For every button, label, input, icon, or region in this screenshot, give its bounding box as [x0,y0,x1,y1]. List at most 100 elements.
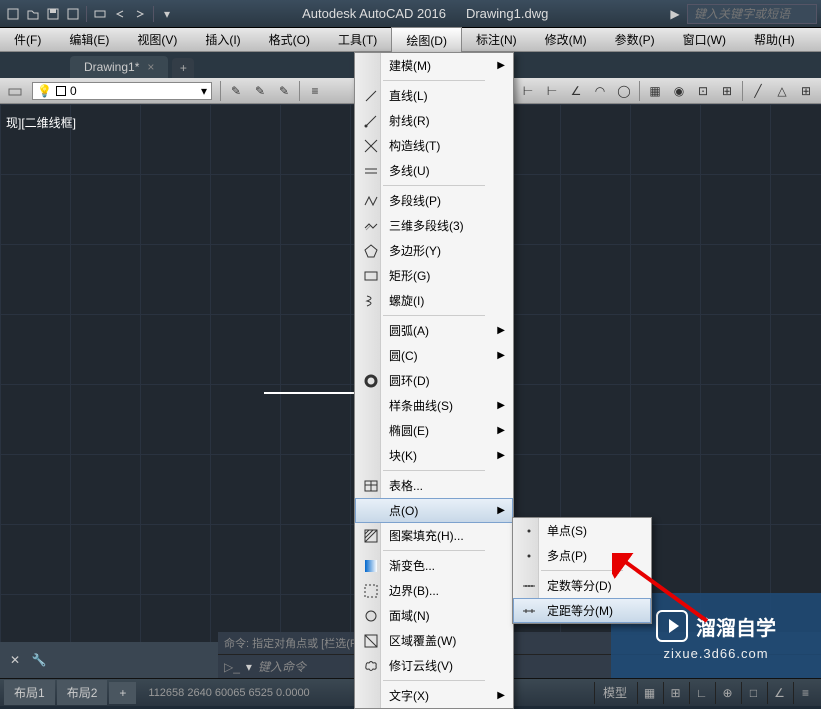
menu-item-S[interactable]: 单点(S) [513,518,651,543]
layout-wrench-icon[interactable]: 🔧 [28,649,50,671]
watermark-url: zixue.3d66.com [663,646,768,661]
menu-item-A[interactable]: 圆弧(A)▶ [355,318,513,343]
menu-dimension[interactable]: 标注(N) [462,27,531,52]
menu-item-R[interactable]: 射线(R) [355,108,513,133]
menu-item-D[interactable]: 圆环(D) [355,368,513,393]
layout-tab-2[interactable]: 布局2 [57,680,108,705]
menu-item-icon [363,448,379,464]
undo-icon[interactable] [111,5,129,23]
redo-icon[interactable] [131,5,149,23]
menu-item-H[interactable]: 图案填充(H)... [355,523,513,548]
model-space-icon[interactable]: ✕ [4,649,26,671]
tool-c-icon[interactable]: ⊡ [692,80,714,102]
menu-item-[interactable]: 表格... [355,473,513,498]
menu-view[interactable]: 视图(V) [123,27,191,52]
menu-item-D[interactable]: 定数等分(D) [513,573,651,598]
menu-item-P[interactable]: 多段线(P) [355,188,513,213]
dim-radius-icon[interactable]: ◯ [613,80,635,102]
layer-color-swatch [56,86,66,96]
menu-item-label: 圆环(D) [389,372,505,389]
menu-window[interactable]: 窗口(W) [669,27,740,52]
menu-item-K[interactable]: 块(K)▶ [355,443,513,468]
menu-item-icon [363,633,379,649]
submenu-arrow-icon: ▶ [497,60,505,71]
menu-item-B[interactable]: 边界(B)... [355,578,513,603]
menu-item-S[interactable]: 样条曲线(S)▶ [355,393,513,418]
dim-linear-icon[interactable]: ⊢ [517,80,539,102]
osnap-toggle-icon[interactable]: □ [741,682,765,704]
menu-item-P[interactable]: 多点(P) [513,543,651,568]
menu-item-icon [363,478,379,494]
dim-angular-icon[interactable]: ∠ [565,80,587,102]
menu-modify[interactable]: 修改(M) [531,27,601,52]
layer-off-icon[interactable]: ✎ [273,80,295,102]
new-icon[interactable] [4,5,22,23]
menu-item-G[interactable]: 矩形(G) [355,263,513,288]
menu-item-X[interactable]: 文字(X)▶ [355,683,513,708]
layer-iso-icon[interactable]: ✎ [249,80,271,102]
menu-file[interactable]: 件(F) [0,27,55,52]
polar-toggle-icon[interactable]: ⊕ [715,682,739,704]
layer-props-icon[interactable] [4,80,26,102]
menu-item-U[interactable]: 多线(U) [355,158,513,183]
menu-item-N[interactable]: 面域(N) [355,603,513,628]
menu-item-C[interactable]: 圆(C)▶ [355,343,513,368]
grid-toggle-icon[interactable]: ▦ [637,682,661,704]
help-search: ▶ [670,4,817,24]
tool-d-icon[interactable]: ⊞ [716,80,738,102]
snap-toggle-icon[interactable]: ⊞ [663,682,687,704]
add-tab-button[interactable]: + [172,58,194,78]
lineweight-toggle-icon[interactable]: ≡ [793,682,817,704]
menu-item-M[interactable]: 定距等分(M) [513,598,651,623]
menu-tools[interactable]: 工具(T) [324,27,391,52]
menu-help[interactable]: 帮助(H) [740,27,809,52]
menu-item-label: 文字(X) [389,687,487,704]
file-tab-drawing1[interactable]: Drawing1* × [70,56,168,78]
tool-g-icon[interactable]: ⊞ [795,80,817,102]
menu-item-[interactable]: 渐变色... [355,553,513,578]
menu-item-L[interactable]: 直线(L) [355,83,513,108]
plot-icon[interactable] [91,5,109,23]
open-icon[interactable] [24,5,42,23]
menu-item-label: 椭圆(E) [389,422,487,439]
saveas-icon[interactable] [64,5,82,23]
menu-insert[interactable]: 插入(I) [191,27,254,52]
tool-e-icon[interactable]: ╱ [747,80,769,102]
search-input[interactable] [687,4,817,24]
close-tab-icon[interactable]: × [147,60,154,74]
linetype-icon[interactable]: ≡ [304,80,326,102]
save-icon[interactable] [44,5,62,23]
match-layer-icon[interactable]: ✎ [225,80,247,102]
submenu-arrow-icon: ▶ [497,400,505,411]
layer-dropdown[interactable]: 💡 0 ▾ [32,82,212,100]
menu-edit[interactable]: 编辑(E) [55,27,123,52]
menu-parametric[interactable]: 参数(P) [601,27,669,52]
layout-tab-1[interactable]: 布局1 [4,680,55,705]
menu-item-E[interactable]: 椭圆(E)▶ [355,418,513,443]
menu-draw[interactable]: 绘图(D) [391,27,462,53]
menu-item-T[interactable]: 构造线(T) [355,133,513,158]
tool-b-icon[interactable]: ◉ [668,80,690,102]
menu-item-M[interactable]: 建模(M)▶ [355,53,513,78]
menu-item-V[interactable]: 修订云线(V) [355,653,513,678]
menu-item-O[interactable]: 点(O)▶ [355,498,513,523]
ortho-toggle-icon[interactable]: ∟ [689,682,713,704]
model-button[interactable]: 模型 [594,682,635,704]
menu-item-icon [521,523,537,539]
menu-item-icon [363,163,379,179]
menu-format[interactable]: 格式(O) [255,27,324,52]
menu-item-3[interactable]: 三维多段线(3) [355,213,513,238]
layout-add-button[interactable]: + [109,682,136,704]
dim-arc-icon[interactable]: ◠ [589,80,611,102]
tool-f-icon[interactable]: △ [771,80,793,102]
menu-item-label: 边界(B)... [389,582,505,599]
menu-item-I[interactable]: 螺旋(I) [355,288,513,313]
tool-a-icon[interactable]: ▦ [644,80,666,102]
dim-aligned-icon[interactable]: ⊢ [541,80,563,102]
qat-dropdown-icon[interactable]: ▾ [158,5,176,23]
menu-item-icon [363,323,379,339]
menu-item-Y[interactable]: 多边形(Y) [355,238,513,263]
otrack-toggle-icon[interactable]: ∠ [767,682,791,704]
menu-item-W[interactable]: 区域覆盖(W) [355,628,513,653]
menu-item-icon [363,58,379,74]
